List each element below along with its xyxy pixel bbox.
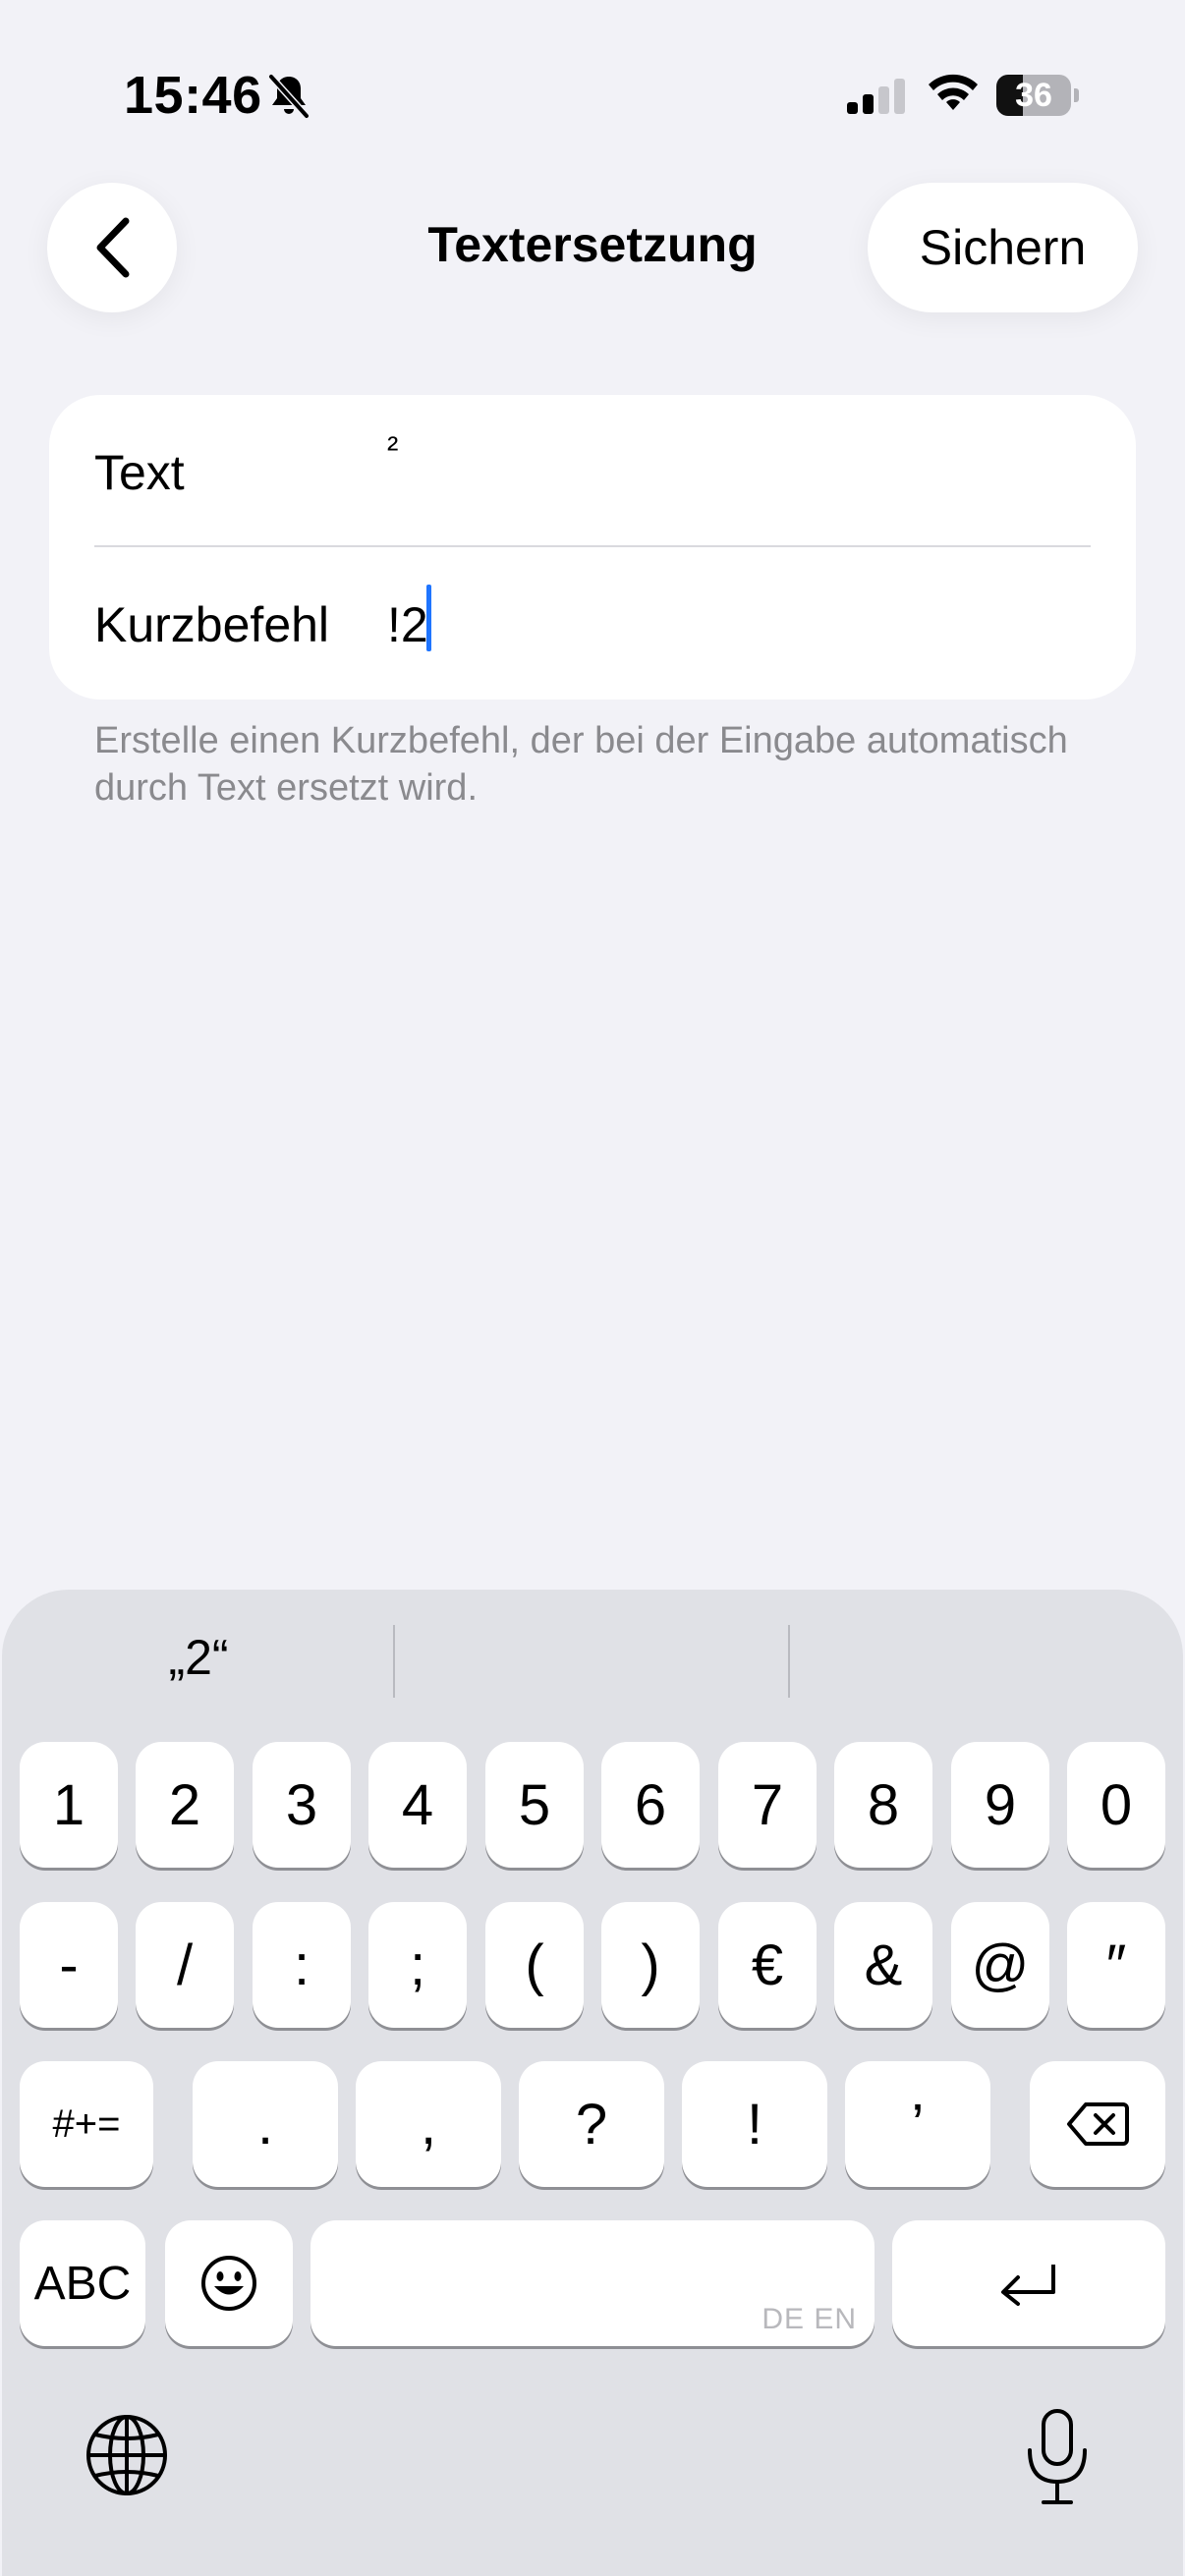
key-colon[interactable]: : <box>253 1902 351 2028</box>
abc-key[interactable]: ABC <box>20 2220 145 2346</box>
battery-level: 36 <box>1015 77 1052 114</box>
key-apostrophe[interactable]: ’ <box>845 2061 990 2187</box>
key-9[interactable]: 9 <box>951 1742 1049 1868</box>
suggestion-1[interactable]: „2“ <box>41 1629 356 1686</box>
bell-slash-icon <box>268 74 310 119</box>
key-slash[interactable]: / <box>136 1902 234 2028</box>
more-symbols-key[interactable]: #+= <box>20 2061 153 2187</box>
key-4[interactable]: 4 <box>368 1742 467 1868</box>
key-1[interactable]: 1 <box>20 1742 118 1868</box>
emoji-icon <box>201 2256 256 2311</box>
key-quote[interactable]: ″ <box>1067 1902 1165 2028</box>
key-euro[interactable]: € <box>718 1902 817 2028</box>
key-semicolon[interactable]: ; <box>368 1902 467 2028</box>
space-bar[interactable]: DE EN <box>310 2220 875 2346</box>
cellular-signal-icon <box>847 79 905 114</box>
key-2[interactable]: 2 <box>136 1742 234 1868</box>
suggestion-bar: „2“ <box>2 1590 1183 1715</box>
replacement-form: Text ² Kurzbefehl !2 <box>49 395 1136 700</box>
help-text: Erstelle einen Kurzbefehl, der bei der E… <box>94 720 1068 809</box>
text-field-input[interactable]: ² <box>387 430 398 469</box>
key-ampersand[interactable]: & <box>834 1902 932 2028</box>
globe-icon[interactable] <box>83 2411 171 2499</box>
keyboard-languages: DE EN <box>762 2303 857 2335</box>
key-comma[interactable]: , <box>356 2061 501 2187</box>
delete-backward-icon <box>1067 2102 1129 2146</box>
text-cursor <box>426 585 431 651</box>
delete-button[interactable] <box>1030 2061 1165 2187</box>
battery-icon: 36 <box>996 75 1079 116</box>
key-3[interactable]: 3 <box>253 1742 351 1868</box>
key-question[interactable]: ? <box>519 2061 664 2187</box>
suggestion-divider <box>393 1625 395 1698</box>
text-field-label: Text <box>94 445 185 500</box>
status-bar: 15:46 36 <box>0 0 1185 187</box>
key-paren-close[interactable]: ) <box>601 1902 700 2028</box>
key-at[interactable]: @ <box>951 1902 1049 2028</box>
key-5[interactable]: 5 <box>485 1742 584 1868</box>
key-hyphen[interactable]: - <box>20 1902 118 2028</box>
key-7[interactable]: 7 <box>718 1742 817 1868</box>
emoji-button[interactable] <box>165 2220 293 2346</box>
return-icon <box>1001 2265 1055 2306</box>
key-6[interactable]: 6 <box>601 1742 700 1868</box>
status-time: 15:46 <box>124 66 262 125</box>
shortcut-field-label: Kurzbefehl <box>94 597 330 652</box>
key-8[interactable]: 8 <box>834 1742 932 1868</box>
text-field-row[interactable]: Text ² <box>49 395 1136 547</box>
wifi-icon <box>929 74 978 110</box>
suggestion-divider <box>788 1625 790 1698</box>
key-exclamation[interactable]: ! <box>682 2061 827 2187</box>
shortcut-field-row[interactable]: Kurzbefehl !2 <box>49 547 1136 700</box>
return-button[interactable] <box>892 2220 1165 2346</box>
key-0[interactable]: 0 <box>1067 1742 1165 1868</box>
save-button[interactable]: Sichern <box>868 183 1138 312</box>
key-paren-open[interactable]: ( <box>485 1902 584 2028</box>
shortcut-field-input[interactable]: !2 <box>387 596 428 653</box>
microphone-icon[interactable] <box>1018 2407 1097 2509</box>
key-period[interactable]: . <box>193 2061 338 2187</box>
